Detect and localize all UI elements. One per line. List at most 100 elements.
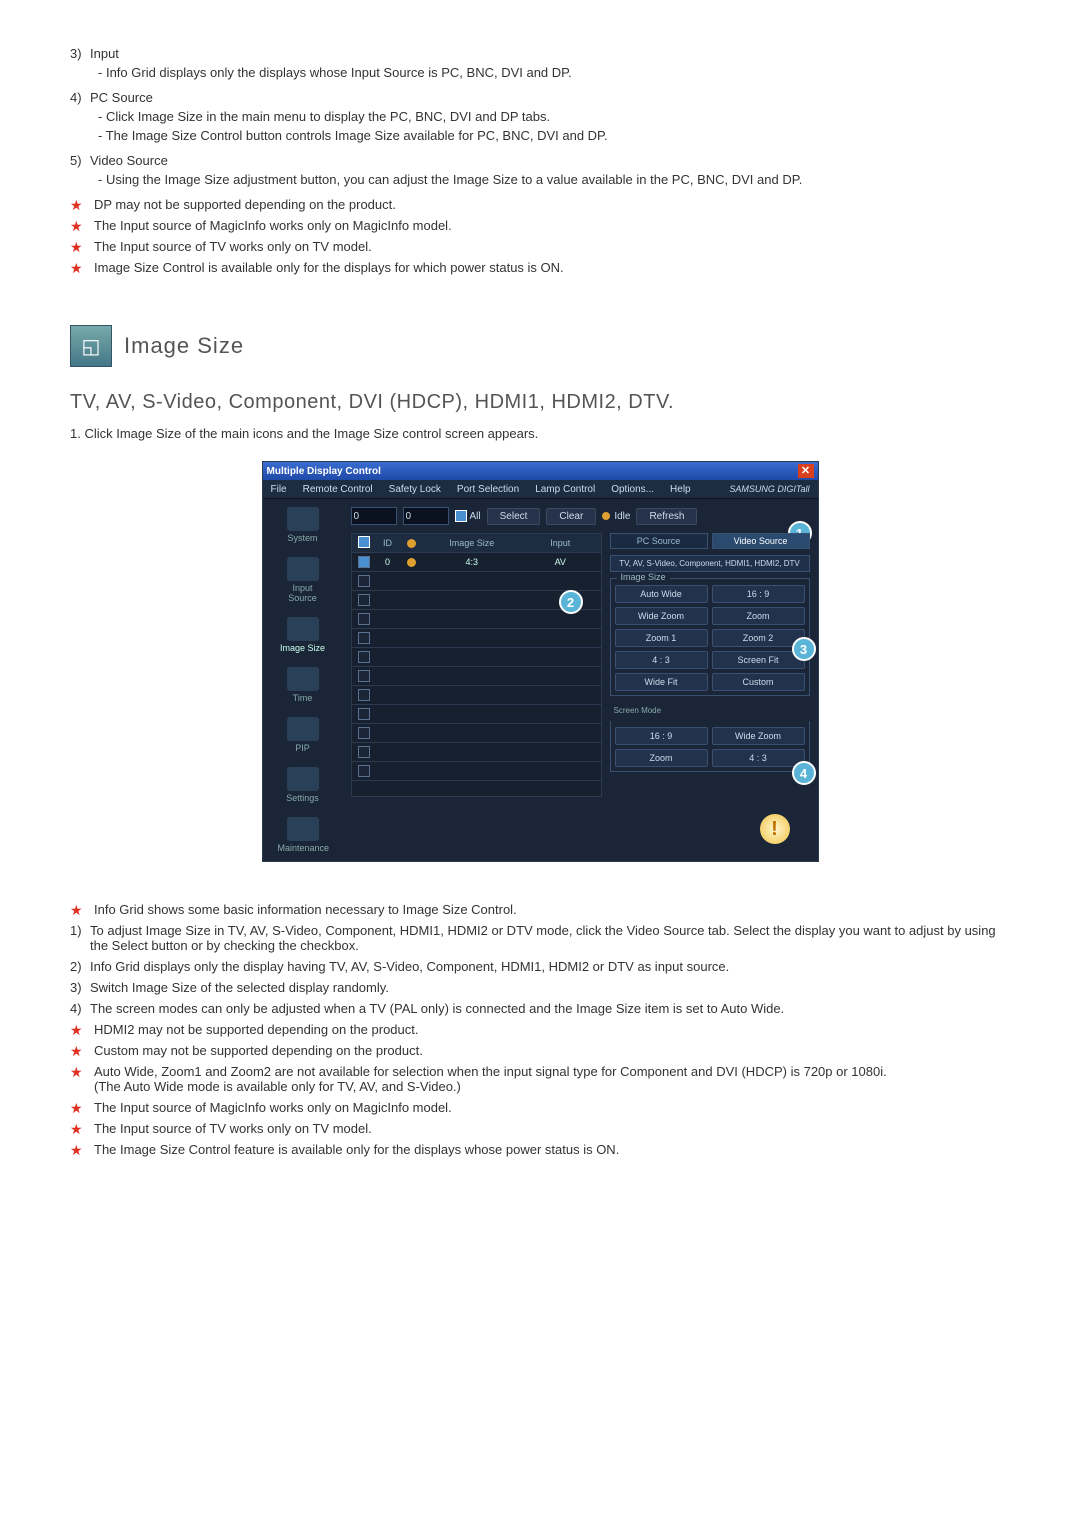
list-item: 4)The screen modes can only be adjusted … [70, 1001, 1010, 1016]
option-button[interactable]: Auto Wide [615, 585, 708, 603]
brand-label: SAMSUNG DIGITall [721, 484, 817, 494]
option-button[interactable]: Wide Zoom [712, 727, 805, 745]
bottom-list: 1)To adjust Image Size in TV, AV, S-Vide… [70, 923, 1010, 1016]
clear-button[interactable]: Clear [546, 508, 596, 525]
list-item: 4)PC SourceClick Image Size in the main … [70, 90, 1010, 147]
menu-item[interactable]: Safety Lock [381, 484, 449, 495]
star-note: The Input source of MagicInfo works only… [70, 218, 1010, 233]
status-dot-icon [407, 558, 416, 567]
sidebar-icon [287, 667, 319, 691]
list-item: 5)Video SourceUsing the Image Size adjus… [70, 153, 1010, 191]
option-button[interactable]: 4 : 3 [712, 749, 805, 767]
star-note: DP may not be supported depending on the… [70, 197, 1010, 212]
sidebar-item-time[interactable]: Time [278, 667, 328, 703]
app-window: Multiple Display Control ✕ FileRemote Co… [262, 461, 819, 862]
option-button[interactable]: Zoom [712, 607, 805, 625]
sidebar-icon [287, 557, 319, 581]
star-note: Image Size Control is available only for… [70, 260, 1010, 275]
menu-item[interactable]: Remote Control [295, 484, 381, 495]
star-note: HDMI2 may not be supported depending on … [70, 1022, 1010, 1037]
sidebar-icon [287, 617, 319, 641]
info-grid-note: Info Grid shows some basic information n… [70, 902, 1010, 917]
sidebar-item-image-size[interactable]: Image Size [278, 617, 328, 653]
list-item: 2)Info Grid displays only the display ha… [70, 959, 1010, 974]
star-note: The Input source of TV works only on TV … [70, 239, 1010, 254]
app-title: Multiple Display Control [267, 466, 381, 477]
select-button[interactable]: Select [487, 508, 541, 525]
intro-num: 1. [70, 426, 81, 441]
star-note: The Input source of TV works only on TV … [70, 1121, 1010, 1136]
star-note: Custom may not be supported depending on… [70, 1043, 1010, 1058]
option-button[interactable]: Screen Fit [712, 651, 805, 669]
col-check[interactable] [352, 536, 376, 550]
warning-icon: ! [760, 814, 790, 844]
callout-3: 3 [792, 637, 816, 661]
grid-row-empty [352, 762, 601, 781]
option-button[interactable]: Zoom 2 [712, 629, 805, 647]
sidebar-item-system[interactable]: System [278, 507, 328, 543]
menu-item[interactable]: Options... [603, 484, 662, 495]
star-note: Auto Wide, Zoom1 and Zoom2 are not avail… [70, 1064, 1010, 1094]
sidebar-item-pip[interactable]: PIP [278, 717, 328, 753]
grid-row-empty [352, 705, 601, 724]
option-button[interactable]: 16 : 9 [615, 727, 708, 745]
sidebar-item-label: Input Source [278, 583, 328, 603]
range-start-select[interactable] [351, 507, 397, 525]
option-button[interactable]: 16 : 9 [712, 585, 805, 603]
star-note: The Image Size Control feature is availa… [70, 1142, 1010, 1157]
option-button[interactable]: Wide Fit [615, 673, 708, 691]
row-input: AV [520, 557, 600, 567]
menu-item[interactable]: Lamp Control [527, 484, 603, 495]
sidebar-item-label: Maintenance [278, 843, 328, 853]
callout-4: 4 [792, 761, 816, 785]
sidebar-item-maintenance[interactable]: Maintenance [278, 817, 328, 853]
idle-label: Idle [614, 511, 630, 522]
app-titlebar: Multiple Display Control ✕ [263, 462, 818, 480]
top-list: 3)InputInfo Grid displays only the displ… [70, 46, 1010, 191]
footer-bar: ! [351, 805, 810, 853]
check-all[interactable]: All [455, 510, 481, 522]
sidebar-item-settings[interactable]: Settings [278, 767, 328, 803]
list-item: 3)Switch Image Size of the selected disp… [70, 980, 1010, 995]
option-button[interactable]: Custom [712, 673, 805, 691]
range-end-select[interactable] [403, 507, 449, 525]
tab-pc-source[interactable]: PC Source [610, 533, 708, 549]
menu-item[interactable]: File [263, 484, 295, 495]
menu-item[interactable]: Help [662, 484, 699, 495]
screen-mode-fieldset: 16 : 9Wide ZoomZoom4 : 3 [610, 721, 810, 772]
option-button[interactable]: Wide Zoom [615, 607, 708, 625]
list-item: 1)To adjust Image Size in TV, AV, S-Vide… [70, 923, 1010, 953]
sidebar-item-input-source[interactable]: Input Source [278, 557, 328, 603]
sidebar-item-label: Settings [278, 793, 328, 803]
grid-row-empty [352, 724, 601, 743]
top-star-notes: DP may not be supported depending on the… [70, 197, 1010, 275]
refresh-button[interactable]: Refresh [636, 508, 697, 525]
col-status [400, 539, 424, 548]
option-button[interactable]: Zoom 1 [615, 629, 708, 647]
grid-row-empty [352, 629, 601, 648]
sidebar-item-label: System [278, 533, 328, 543]
sidebar-item-label: Time [278, 693, 328, 703]
grid-row-empty [352, 743, 601, 762]
idle-dot-icon [602, 512, 610, 520]
menu-item[interactable]: Port Selection [449, 484, 527, 495]
sidebar-icon [287, 767, 319, 791]
screen-mode-legend: Screen Mode [610, 706, 810, 715]
tab-video-source[interactable]: Video Source [712, 533, 810, 549]
menubar: FileRemote ControlSafety LockPort Select… [263, 480, 818, 499]
grid-row[interactable]: 0 4:3 AV [352, 553, 601, 572]
option-button[interactable]: 4 : 3 [615, 651, 708, 669]
top-controls: All Select Clear Idle Refresh 1 [351, 507, 810, 525]
option-button[interactable]: Zoom [615, 749, 708, 767]
check-all-label: All [470, 511, 481, 522]
sidebar-icon [287, 817, 319, 841]
intro-line: 1. Click Image Size of the main icons an… [70, 426, 1010, 441]
callout-2: 2 [559, 590, 583, 614]
star-note: The Input source of MagicInfo works only… [70, 1100, 1010, 1115]
source-tabs: PC Source Video Source [610, 533, 810, 549]
source-label: TV, AV, S-Video, Component, HDMI1, HDMI2… [610, 555, 810, 572]
info-grid: ID Image Size Input 0 4:3 AV 2 [351, 533, 602, 797]
sidebar-icon [287, 717, 319, 741]
close-icon[interactable]: ✕ [798, 464, 814, 478]
sidebar-item-label: PIP [278, 743, 328, 753]
